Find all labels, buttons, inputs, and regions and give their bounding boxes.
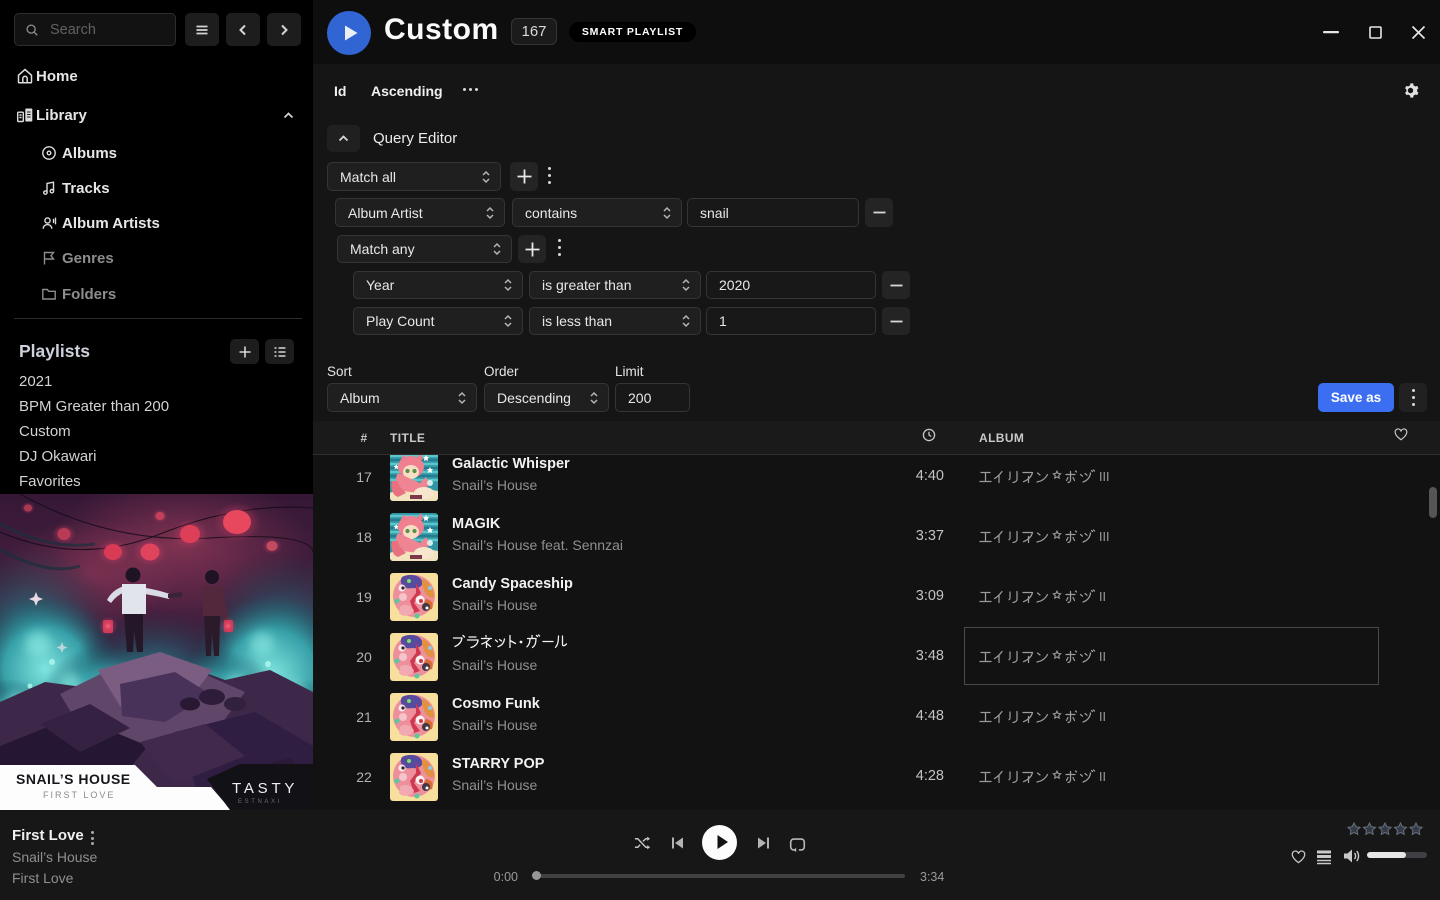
svg-text:III: III — [1099, 530, 1109, 544]
svg-text:II: II — [1099, 710, 1106, 724]
svg-text:II: II — [1099, 590, 1106, 604]
svg-text:SNAIL’S HOUSE: SNAIL’S HOUSE — [16, 771, 131, 787]
svg-text:FIRST LOVE: FIRST LOVE — [43, 790, 115, 800]
svg-text:III: III — [1099, 470, 1109, 484]
svg-text:II: II — [1099, 770, 1106, 784]
svg-text:TASTY: TASTY — [232, 780, 298, 797]
svg-text:ESTNAXI: ESTNAXI — [238, 799, 282, 805]
